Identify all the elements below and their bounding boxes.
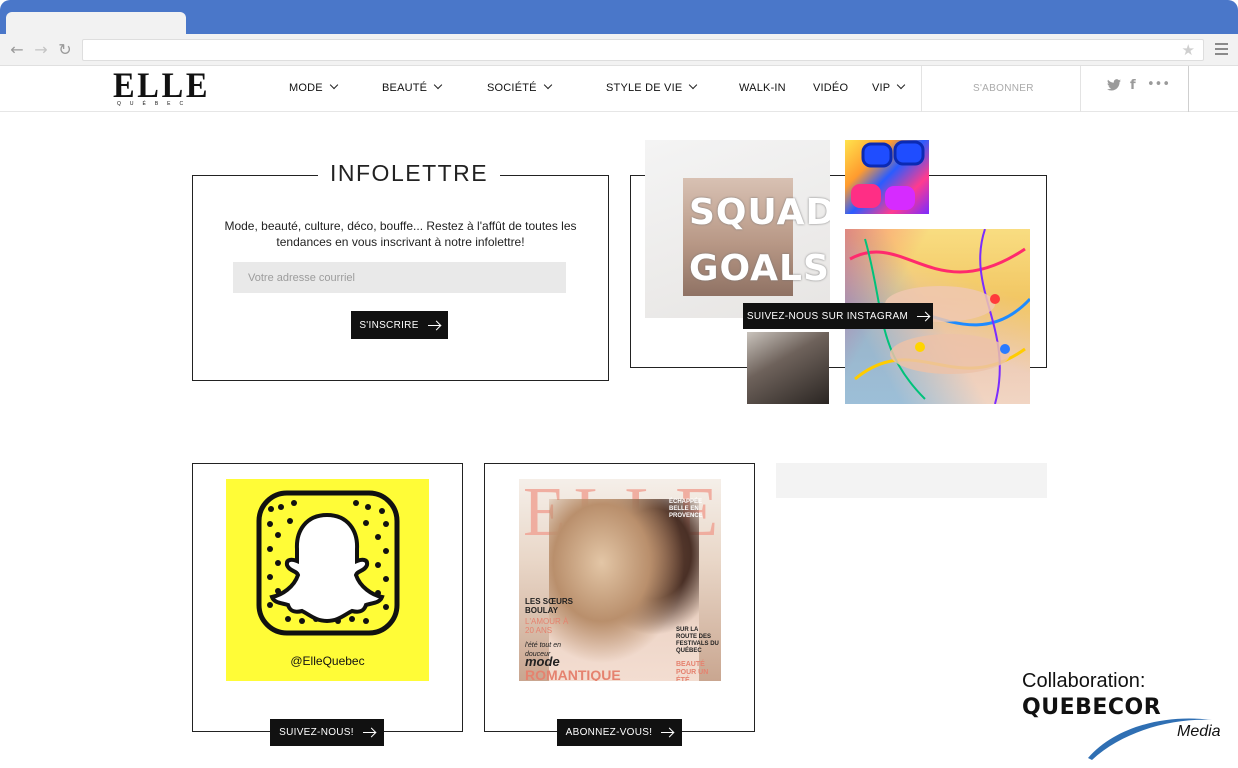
chevron-down-icon	[543, 80, 552, 90]
elle-logo[interactable]: ELLE QUÉBEC	[113, 65, 211, 108]
snapcode-image: @ElleQuebec	[226, 479, 429, 681]
newsletter-title: INFOLETTRE	[318, 160, 501, 187]
subscribe-link[interactable]: S'ABONNER	[973, 83, 1034, 94]
chevron-down-icon	[689, 80, 698, 90]
browser-toolbar: ← → ↻ ★	[0, 34, 1238, 66]
more-icon[interactable]: •••	[1147, 77, 1170, 92]
chevron-down-icon	[897, 80, 906, 90]
nav-video[interactable]: VIDÉO	[813, 82, 848, 94]
nav-label: VIDÉO	[813, 82, 849, 94]
cover-line-festivals: SUR LA ROUTE DES FESTIVALS DU QUÉBEC	[676, 627, 719, 654]
cover-line-headline: LES SŒURS BOULAY	[525, 597, 574, 615]
sunglasses-icon	[851, 140, 925, 210]
instagram-follow-button[interactable]: SUIVEZ-NOUS SUR INSTAGRAM	[743, 303, 933, 329]
nav-societe[interactable]: SOCIÉTÉ	[487, 80, 552, 94]
button-label: ABONNEZ-VOUS!	[565, 727, 653, 738]
button-label: SUIVEZ-NOUS SUR INSTAGRAM	[746, 310, 909, 322]
nav-label: WALK-IN	[739, 82, 786, 94]
shirt-text: SQUAD	[689, 192, 830, 233]
cover-line-romantique: ROMANTIQUE	[525, 667, 621, 681]
header-divider	[1188, 66, 1189, 112]
forward-icon[interactable]: →	[32, 41, 50, 59]
header-divider	[1080, 66, 1081, 112]
address-bar[interactable]: ★	[82, 39, 1204, 61]
nav-vip[interactable]: VIP	[872, 80, 906, 94]
email-field[interactable]	[233, 262, 566, 293]
collaboration-label: Collaboration:	[1022, 670, 1146, 692]
logo-subtext: QUÉBEC	[117, 101, 193, 107]
chevron-down-icon	[433, 80, 443, 90]
logo-text: ELLE	[113, 65, 211, 105]
browser-tab[interactable]	[6, 12, 186, 34]
chevron-down-icon	[329, 80, 339, 90]
back-icon[interactable]: ←	[8, 41, 26, 59]
snapchat-handle: @ElleQuebec	[290, 654, 365, 668]
instagram-photo-shirt[interactable]: SQUAD GOALS	[645, 140, 830, 318]
site-header: ELLE QUÉBEC MODE BEAUTÉ SOCIÉTÉ STYLE DE…	[0, 66, 1238, 112]
quebecor-logo-subtext: Media	[1177, 723, 1221, 740]
twitter-icon[interactable]	[1107, 79, 1121, 95]
header-divider	[921, 66, 922, 112]
reload-icon[interactable]: ↻	[56, 41, 74, 59]
newsletter-description: Mode, beauté, culture, déco, bouffe... R…	[224, 219, 577, 249]
magazine-cover-image[interactable]: ELLE ÉCHAPPÉE BELLE EN PROVENCE LES SŒUR…	[519, 479, 721, 681]
cover-line-provence: ÉCHAPPÉE BELLE EN PROVENCE	[669, 499, 703, 519]
arrow-right-icon	[427, 324, 440, 326]
snapchat-ghost-icon	[256, 490, 400, 636]
arrow-right-icon	[661, 732, 674, 733]
shirt-text: GOALS	[689, 248, 830, 289]
nav-walk-in[interactable]: WALK-IN	[739, 82, 786, 94]
subscribe-newsletter-button[interactable]: S'INSCRIRE	[351, 311, 448, 339]
facebook-icon[interactable]: f	[1130, 78, 1136, 93]
instagram-photo-man[interactable]	[747, 332, 829, 404]
instagram-photo-sunglasses[interactable]	[845, 140, 929, 214]
nav-label: SOCIÉTÉ	[487, 82, 537, 94]
cover-line-subhead: L'AMOUR À 20 ANS	[525, 617, 569, 635]
snapchat-follow-button[interactable]: SUIVEZ-NOUS!	[270, 719, 384, 746]
button-label: SUIVEZ-NOUS!	[279, 727, 354, 738]
bookmark-star-icon[interactable]: ★	[1182, 41, 1195, 59]
cover-line-beaute: BEAUTÉ POUR UN ÉTÉ	[676, 661, 709, 681]
nav-label: STYLE DE VIE	[606, 82, 683, 94]
arrow-right-icon	[362, 732, 375, 733]
browser-tabstrip	[0, 0, 1238, 34]
nav-style-de-vie[interactable]: STYLE DE VIE	[606, 80, 698, 94]
nav-label: MODE	[289, 82, 323, 94]
arrow-right-icon	[917, 315, 930, 317]
nav-label: BEAUTÉ	[382, 82, 428, 94]
ad-placeholder	[776, 463, 1047, 498]
nav-mode[interactable]: MODE	[289, 80, 339, 94]
nav-label: VIP	[872, 82, 891, 94]
button-label: S'INSCRIRE	[359, 319, 419, 331]
browser-menu-icon[interactable]	[1215, 43, 1228, 55]
magazine-subscribe-button[interactable]: ABONNEZ-VOUS!	[557, 719, 682, 746]
nav-beaute[interactable]: BEAUTÉ	[382, 80, 443, 94]
